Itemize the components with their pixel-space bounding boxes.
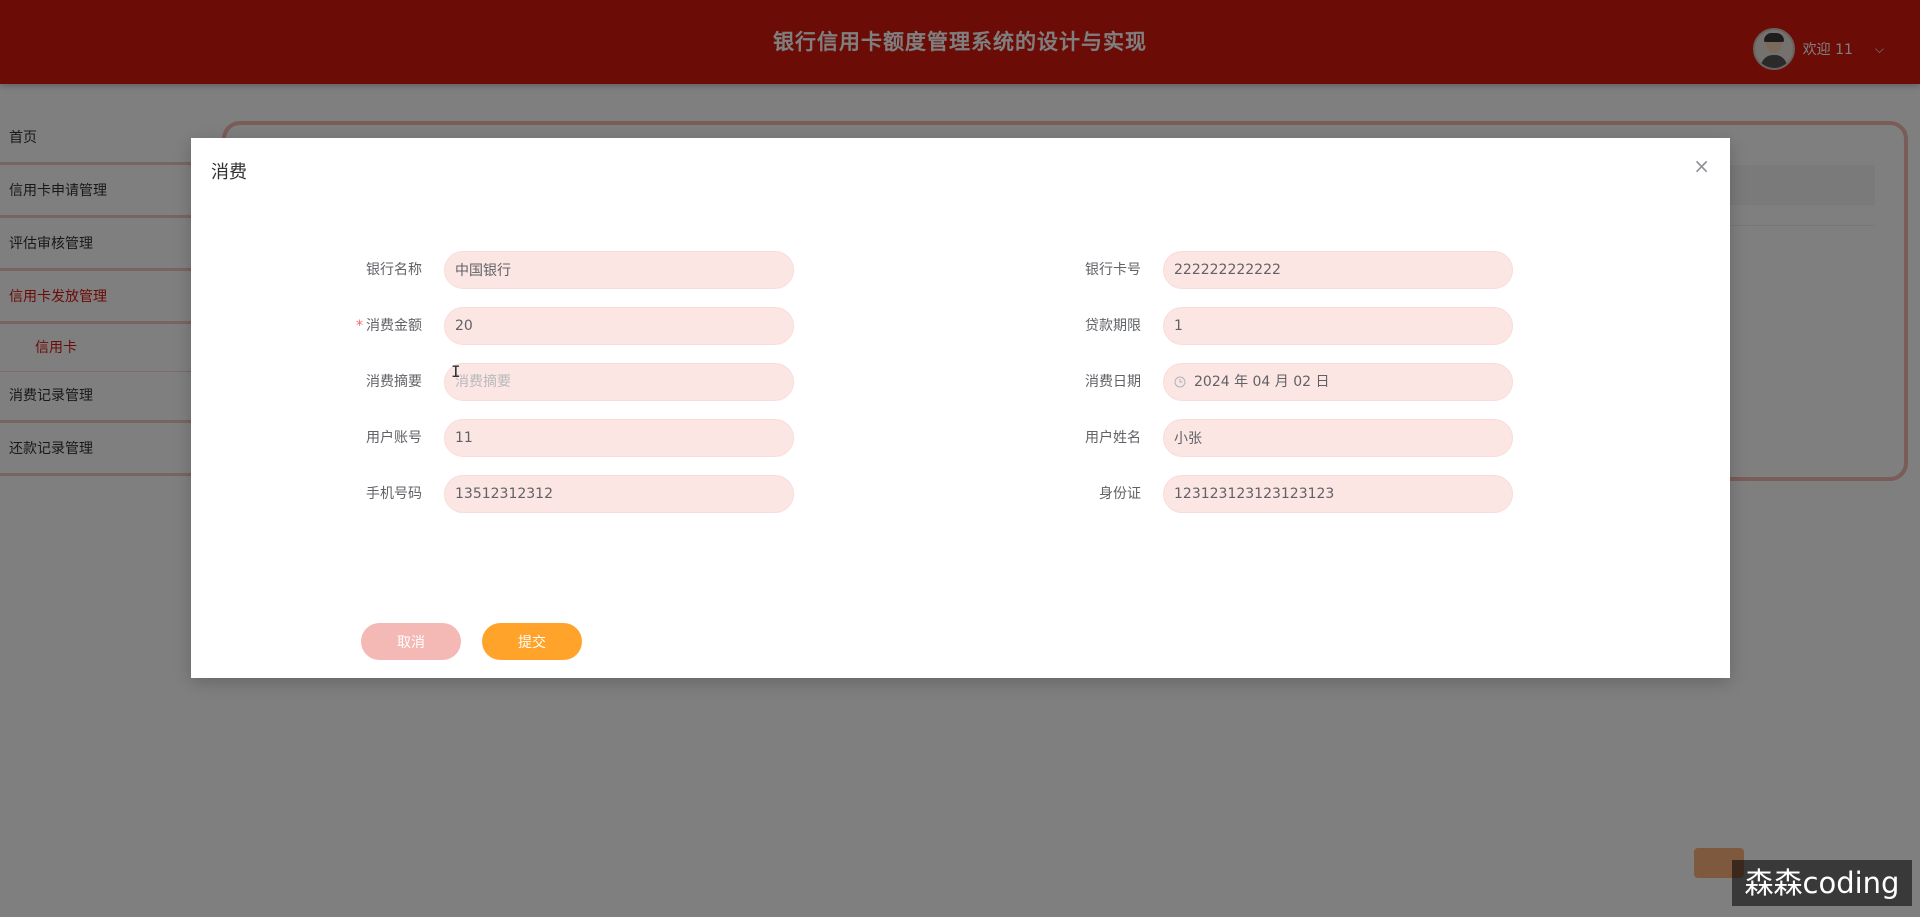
date-label: 消费日期 [1085, 374, 1141, 390]
clock-icon [1174, 376, 1186, 388]
loan-term-input[interactable] [1163, 307, 1513, 345]
username-label: 用户姓名 [1085, 430, 1141, 446]
phone-input[interactable] [444, 475, 794, 513]
account-label: 用户账号 [366, 430, 422, 446]
amount-input[interactable] [444, 307, 794, 345]
dialog-title: 消费 [211, 162, 247, 183]
phone-label: 手机号码 [366, 486, 422, 502]
submit-button[interactable]: 提交 [482, 623, 582, 660]
consume-dialog: 消费 × 银行名称 *消费金额 消费摘要 用户账号 手机号码 银行卡号 贷款期限… [191, 138, 1730, 678]
cancel-button[interactable]: 取消 [361, 623, 461, 660]
summary-label: 消费摘要 [366, 374, 422, 390]
date-value: 2024 年 04 月 02 日 [1194, 374, 1330, 390]
id-card-label: 身份证 [1099, 486, 1141, 502]
loan-term-label: 贷款期限 [1085, 318, 1141, 334]
username-input[interactable] [1163, 419, 1513, 457]
bank-name-label: 银行名称 [366, 262, 422, 278]
required-mark: * [356, 318, 363, 334]
date-picker[interactable]: 2024 年 04 月 02 日 [1163, 363, 1513, 401]
account-input[interactable] [444, 419, 794, 457]
text-cursor-icon: I [451, 362, 461, 381]
id-card-input[interactable] [1163, 475, 1513, 513]
close-icon[interactable]: × [1693, 156, 1710, 176]
card-no-input[interactable] [1163, 251, 1513, 289]
watermark: 森森coding [1732, 860, 1912, 906]
summary-input[interactable] [444, 363, 794, 401]
card-no-label: 银行卡号 [1085, 262, 1141, 278]
bank-name-input[interactable] [444, 251, 794, 289]
amount-label: * 消费金额 [244, 307, 434, 345]
amount-label-text: 消费金额 [366, 318, 422, 334]
